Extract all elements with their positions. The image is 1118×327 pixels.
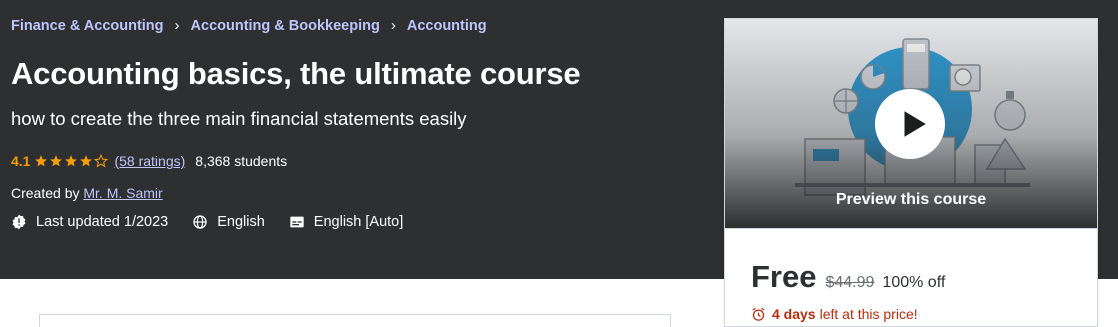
course-meta: Last updated 1/2023 English English [Aut… [11, 214, 427, 230]
breadcrumb-separator: › [174, 17, 180, 34]
star-rating [34, 154, 109, 168]
course-subtitle: how to create the three main financial s… [11, 108, 467, 129]
ratings-count-link[interactable]: (58 ratings) [114, 153, 185, 169]
course-title: Accounting basics, the ultimate course [11, 56, 581, 91]
alarm-clock-icon [752, 307, 765, 321]
star-icon [35, 155, 48, 167]
rating-summary: 4.1 (58 ratings) 8,368 students [11, 153, 287, 169]
last-updated: Last updated 1/2023 [11, 214, 168, 230]
closed-captions-icon [290, 216, 304, 228]
star-icon [50, 155, 63, 167]
timer-text: left at this price! [819, 306, 918, 322]
captions: English [Auto] [289, 214, 403, 230]
rating-number: 4.1 [11, 153, 31, 169]
star-icon [80, 155, 93, 167]
original-price: $44.99 [825, 274, 875, 291]
instructor-link[interactable]: Mr. M. Samir [83, 185, 162, 201]
preview-label: Preview this course [835, 191, 987, 208]
breadcrumb-item-accounting-bookkeeping[interactable]: Accounting & Bookkeeping [191, 18, 380, 34]
play-button[interactable] [875, 89, 945, 159]
created-by: Created by Mr. M. Samir [11, 185, 163, 201]
captions-text: English [Auto] [313, 214, 404, 230]
language: English [192, 214, 265, 230]
alert-badge-icon [12, 214, 26, 230]
language-text: English [217, 214, 265, 230]
star-icon [65, 155, 78, 167]
play-icon [904, 111, 926, 137]
purchase-sidebar: Preview this course Free $44.99 100% off… [724, 18, 1098, 327]
created-by-label: Created by [11, 185, 80, 201]
breadcrumb-separator: › [390, 17, 396, 34]
price: Free $44.99 100% off [751, 259, 945, 295]
content-card [39, 314, 671, 327]
current-price: Free [751, 259, 817, 294]
breadcrumb-item-accounting[interactable]: Accounting [407, 18, 487, 34]
breadcrumb: Finance & Accounting › Accounting & Book… [11, 17, 487, 34]
breadcrumb-item-finance-accounting[interactable]: Finance & Accounting [11, 18, 164, 34]
timer-days: 4 days [772, 306, 816, 322]
star-outline-icon [94, 154, 109, 168]
course-preview[interactable]: Preview this course [725, 19, 1097, 229]
discount-percent: 100% off [882, 274, 946, 291]
last-updated-text: Last updated 1/2023 [36, 214, 169, 230]
globe-icon [193, 215, 207, 229]
students-count: 8,368 students [195, 153, 288, 169]
discount-timer: 4 days left at this price! [751, 306, 918, 322]
